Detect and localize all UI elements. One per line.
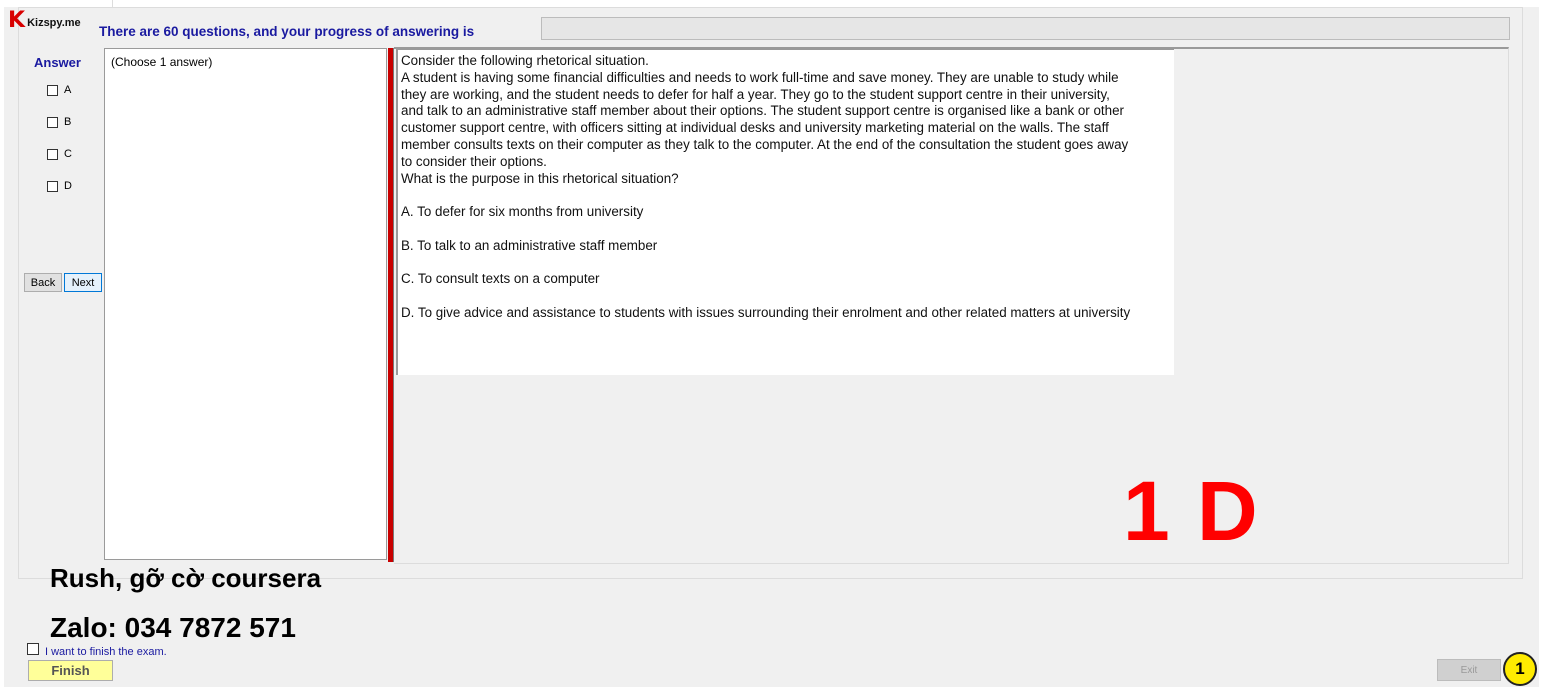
- back-button[interactable]: Back: [24, 273, 62, 292]
- finish-exam-option[interactable]: I want to finish the exam.: [27, 640, 167, 658]
- progress-bar: [541, 17, 1510, 40]
- logo-text: Kizspy.me: [27, 17, 81, 29]
- option-d-checkbox[interactable]: [47, 180, 58, 192]
- option-d[interactable]: D: [47, 180, 72, 192]
- option-a-label: A: [64, 84, 72, 96]
- choice-a-text: A. To defer for six months from universi…: [401, 204, 644, 220]
- question-scenario: A student is having some financial diffi…: [401, 69, 1129, 169]
- progress-label: There are 60 questions, and your progres…: [99, 24, 475, 39]
- finish-exam-label: I want to finish the exam.: [45, 646, 167, 658]
- question-text: Consider the following rhetorical situat…: [401, 53, 1131, 322]
- question-box: Consider the following rhetorical situat…: [396, 49, 1174, 375]
- exam-window: K Kizspy.me There are 60 questions, and …: [0, 0, 1542, 690]
- option-a[interactable]: A: [47, 84, 71, 96]
- finish-button[interactable]: Finish: [28, 660, 113, 681]
- number-badge: 1: [1503, 652, 1537, 686]
- answer-marker: 1 D: [1123, 464, 1260, 558]
- exit-button[interactable]: Exit: [1437, 659, 1501, 681]
- choice-c-text: C. To consult texts on a computer: [401, 271, 600, 287]
- choose-panel: (Choose 1 answer): [104, 48, 387, 560]
- option-b-label: B: [64, 116, 72, 128]
- question-intro: Consider the following rhetorical situat…: [401, 53, 649, 68]
- next-button[interactable]: Next: [64, 273, 102, 292]
- option-b[interactable]: B: [47, 116, 71, 128]
- option-b-checkbox[interactable]: [47, 116, 58, 128]
- option-d-label: D: [64, 180, 72, 192]
- k-logo-icon: K: [8, 8, 26, 33]
- option-c-label: C: [64, 148, 72, 160]
- tab-strip: [0, 0, 113, 7]
- option-a-checkbox[interactable]: [47, 84, 58, 96]
- finish-exam-checkbox[interactable]: [27, 643, 39, 655]
- question-prompt: What is the purpose in this rhetorical s…: [401, 170, 679, 186]
- option-c[interactable]: C: [47, 148, 72, 160]
- choose-instruction: (Choose 1 answer): [111, 55, 213, 69]
- overlay-note-1: Rush, gỡ cờ coursera: [50, 563, 322, 593]
- option-c-checkbox[interactable]: [47, 148, 58, 160]
- answer-title: Answer: [34, 55, 81, 70]
- choice-b-text: B. To talk to an administrative staff me…: [401, 237, 658, 253]
- choice-d-text: D. To give advice and assistance to stud…: [401, 304, 1131, 320]
- app-logo: K Kizspy.me: [8, 10, 81, 32]
